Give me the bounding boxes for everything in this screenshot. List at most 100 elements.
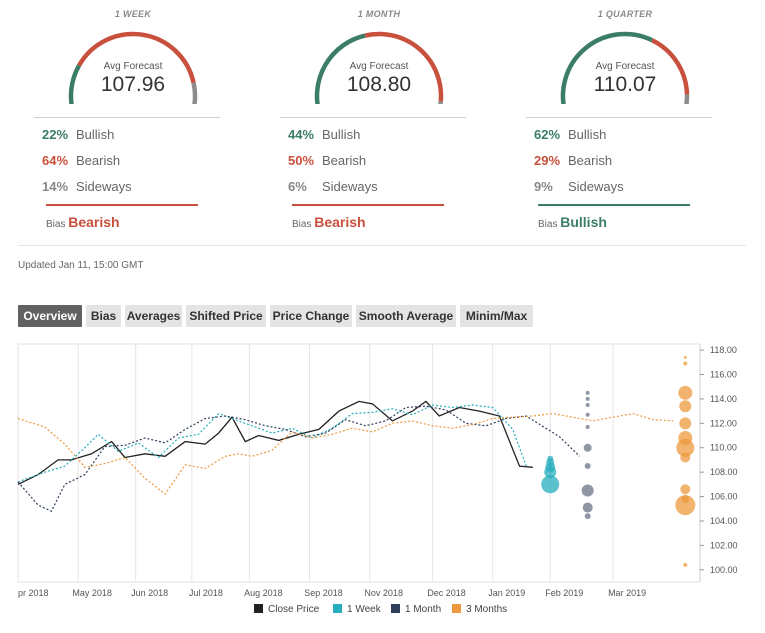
x-tick-label: Jun 2018 [131,588,168,598]
x-tick-label: Dec 2018 [427,588,466,598]
forecast-bubble-1-week[interactable] [547,455,554,462]
tab-overview[interactable]: Overview [18,305,82,327]
legend-item-1-month[interactable]: 1 Month [391,604,441,615]
y-tick-label: 108.00 [710,467,738,477]
stat-percent: 6% [288,179,307,194]
forecast-bubble-1-month[interactable] [585,424,590,429]
forecast-bubble-3-months[interactable] [680,452,691,463]
stat-bearish: 29% Bearish [534,153,612,168]
tab-shifted-price[interactable]: Shifted Price [186,305,266,327]
stat-percent: 14% [42,179,69,194]
y-tick-label: 100.00 [710,565,738,575]
y-tick-label: 110.00 [710,443,737,453]
stat-percent: 50% [288,153,315,168]
forecast-bubble-3-months[interactable] [683,355,687,359]
forecast-bubble-1-month[interactable] [583,443,592,452]
tab-averages[interactable]: Averages [125,305,182,327]
stat-bullish: 62% Bullish [534,127,606,142]
updated-timestamp: Updated Jan 11, 15:00 GMT [18,260,144,271]
series-line-1-month [17,405,581,512]
gauge-sideways-segment [438,101,444,104]
bias-underline [46,204,198,206]
bias-value: Bearish [68,214,120,230]
legend-swatch [391,604,400,613]
gauge-period: 1 MONTH [357,9,401,19]
tab-bias[interactable]: Bias [86,305,121,327]
forecast-bubble-1-month[interactable] [585,403,590,408]
forecast-bubble-1-month[interactable] [581,484,594,497]
bias-underline [292,204,444,206]
gauge-1-week: 1 WEEK Avg Forecast 107.96 22% Bullish 64% Bea… [10,0,256,240]
stat-sideways: 6% Sideways [288,179,378,194]
legend-item-close-price[interactable]: Close Price [254,604,320,615]
x-tick-label: May 2018 [72,588,112,598]
forecast-bubble-3-months[interactable] [683,361,688,366]
forecast-bubble-3-months[interactable] [679,417,692,430]
forecast-bubble-1-month[interactable] [584,463,591,470]
stat-percent: 22% [42,127,69,142]
forecast-bubble-1-month[interactable] [585,396,590,401]
x-tick-label: Sep 2018 [304,588,343,598]
tab-minim-max[interactable]: Minim/Max [460,305,533,327]
legend-item-1-week[interactable]: 1 Week [333,604,382,615]
bias-label: Bias [292,219,312,230]
stat-label: Bearish [568,153,613,168]
avg-forecast-value: 108.80 [346,73,412,96]
forecast-chart-svg: pr 2018 May 2018 Jun 2018 Jul 2018 Aug 2018 S… [17,343,738,615]
stat-bearish: 50% Bearish [288,153,366,168]
bias-indicator: Bias Bullish [538,214,607,230]
gauge-separator [34,117,220,118]
avg-forecast-label: Avg Forecast [103,61,163,72]
bias-label: Bias [538,219,558,230]
legend-label: 1 Week [347,604,382,615]
x-tick-label: Aug 2018 [244,588,283,598]
avg-forecast-value: 107.96 [100,73,166,96]
tab-smooth-average[interactable]: Smooth Average [356,305,456,327]
forecast-bubble-3-months[interactable] [678,385,693,400]
y-tick-label: 106.00 [710,492,738,502]
legend-label: 3 Months [466,604,507,615]
forecast-bubble-1-month[interactable] [585,412,590,417]
tab-price-change[interactable]: Price Change [270,305,352,327]
bias-indicator: Bias Bearish [292,214,366,230]
legend-swatch [333,604,342,613]
forecast-bubble-3-months[interactable] [679,400,692,413]
bias-indicator: Bias Bearish [46,214,120,230]
forecast-bubble-1-month[interactable] [585,390,590,395]
y-tick-label: 118.00 [710,345,737,355]
bias-value: Bullish [560,214,607,230]
avg-forecast-value: 110.07 [593,73,657,96]
y-tick-label: 104.00 [710,516,738,526]
forecast-bubble-1-month[interactable] [582,502,593,513]
gauge-period: 1 QUARTER [597,9,653,19]
bias-label: Bias [46,219,66,230]
gauge-period: 1 WEEK [114,9,152,19]
y-tick-label: 102.00 [710,540,738,550]
forecast-gauges: 1 WEEK Avg Forecast 107.96 22% Bullish 64% Bea… [0,0,765,245]
legend-label: 1 Month [405,604,441,615]
stat-percent: 64% [42,153,69,168]
forecast-bubble-1-month[interactable] [584,513,591,520]
stat-bullish: 22% Bullish [42,127,114,142]
x-tick-label: Mar 2019 [608,588,646,598]
forecast-bubble-3-months[interactable] [680,484,691,495]
gauge-separator [526,117,712,118]
forecast-bubble-3-months[interactable] [683,562,688,567]
series-line-close-price [17,400,533,485]
gauge-1-month: 1 MONTH Avg Forecast 108.80 44% Bullish 50% Be… [256,0,502,240]
legend-swatch [452,604,461,613]
divider [18,245,746,246]
legend-item-3-months[interactable]: 3 Months [452,604,507,615]
plot-frame [17,343,701,583]
stat-bullish: 44% Bullish [288,127,360,142]
stat-percent: 44% [288,127,315,142]
gauge-separator [280,117,466,118]
x-tick-label: Jan 2019 [488,588,525,598]
forecast-chart: pr 2018 May 2018 Jun 2018 Jul 2018 Aug 2018 S… [0,338,765,633]
x-tick-label: pr 2018 [18,588,49,598]
forecast-bubble-3-months[interactable] [675,495,696,516]
stat-sideways: 9% Sideways [534,179,624,194]
stat-percent: 62% [534,127,561,142]
bias-underline [538,204,690,206]
x-tick-label: Nov 2018 [364,588,403,598]
